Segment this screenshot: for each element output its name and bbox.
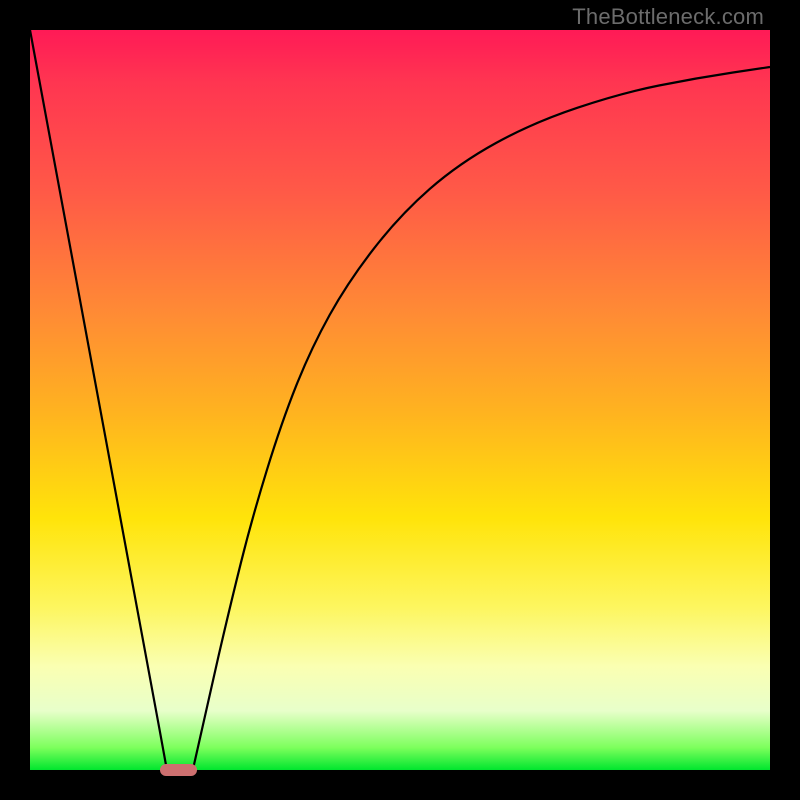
chart-frame: TheBottleneck.com <box>0 0 800 800</box>
bottleneck-curve <box>30 30 770 770</box>
optimal-range-marker <box>160 764 197 776</box>
plot-area <box>30 30 770 770</box>
watermark-text: TheBottleneck.com <box>572 4 764 30</box>
curve-right-branch <box>193 67 770 770</box>
curve-left-branch <box>30 30 167 770</box>
